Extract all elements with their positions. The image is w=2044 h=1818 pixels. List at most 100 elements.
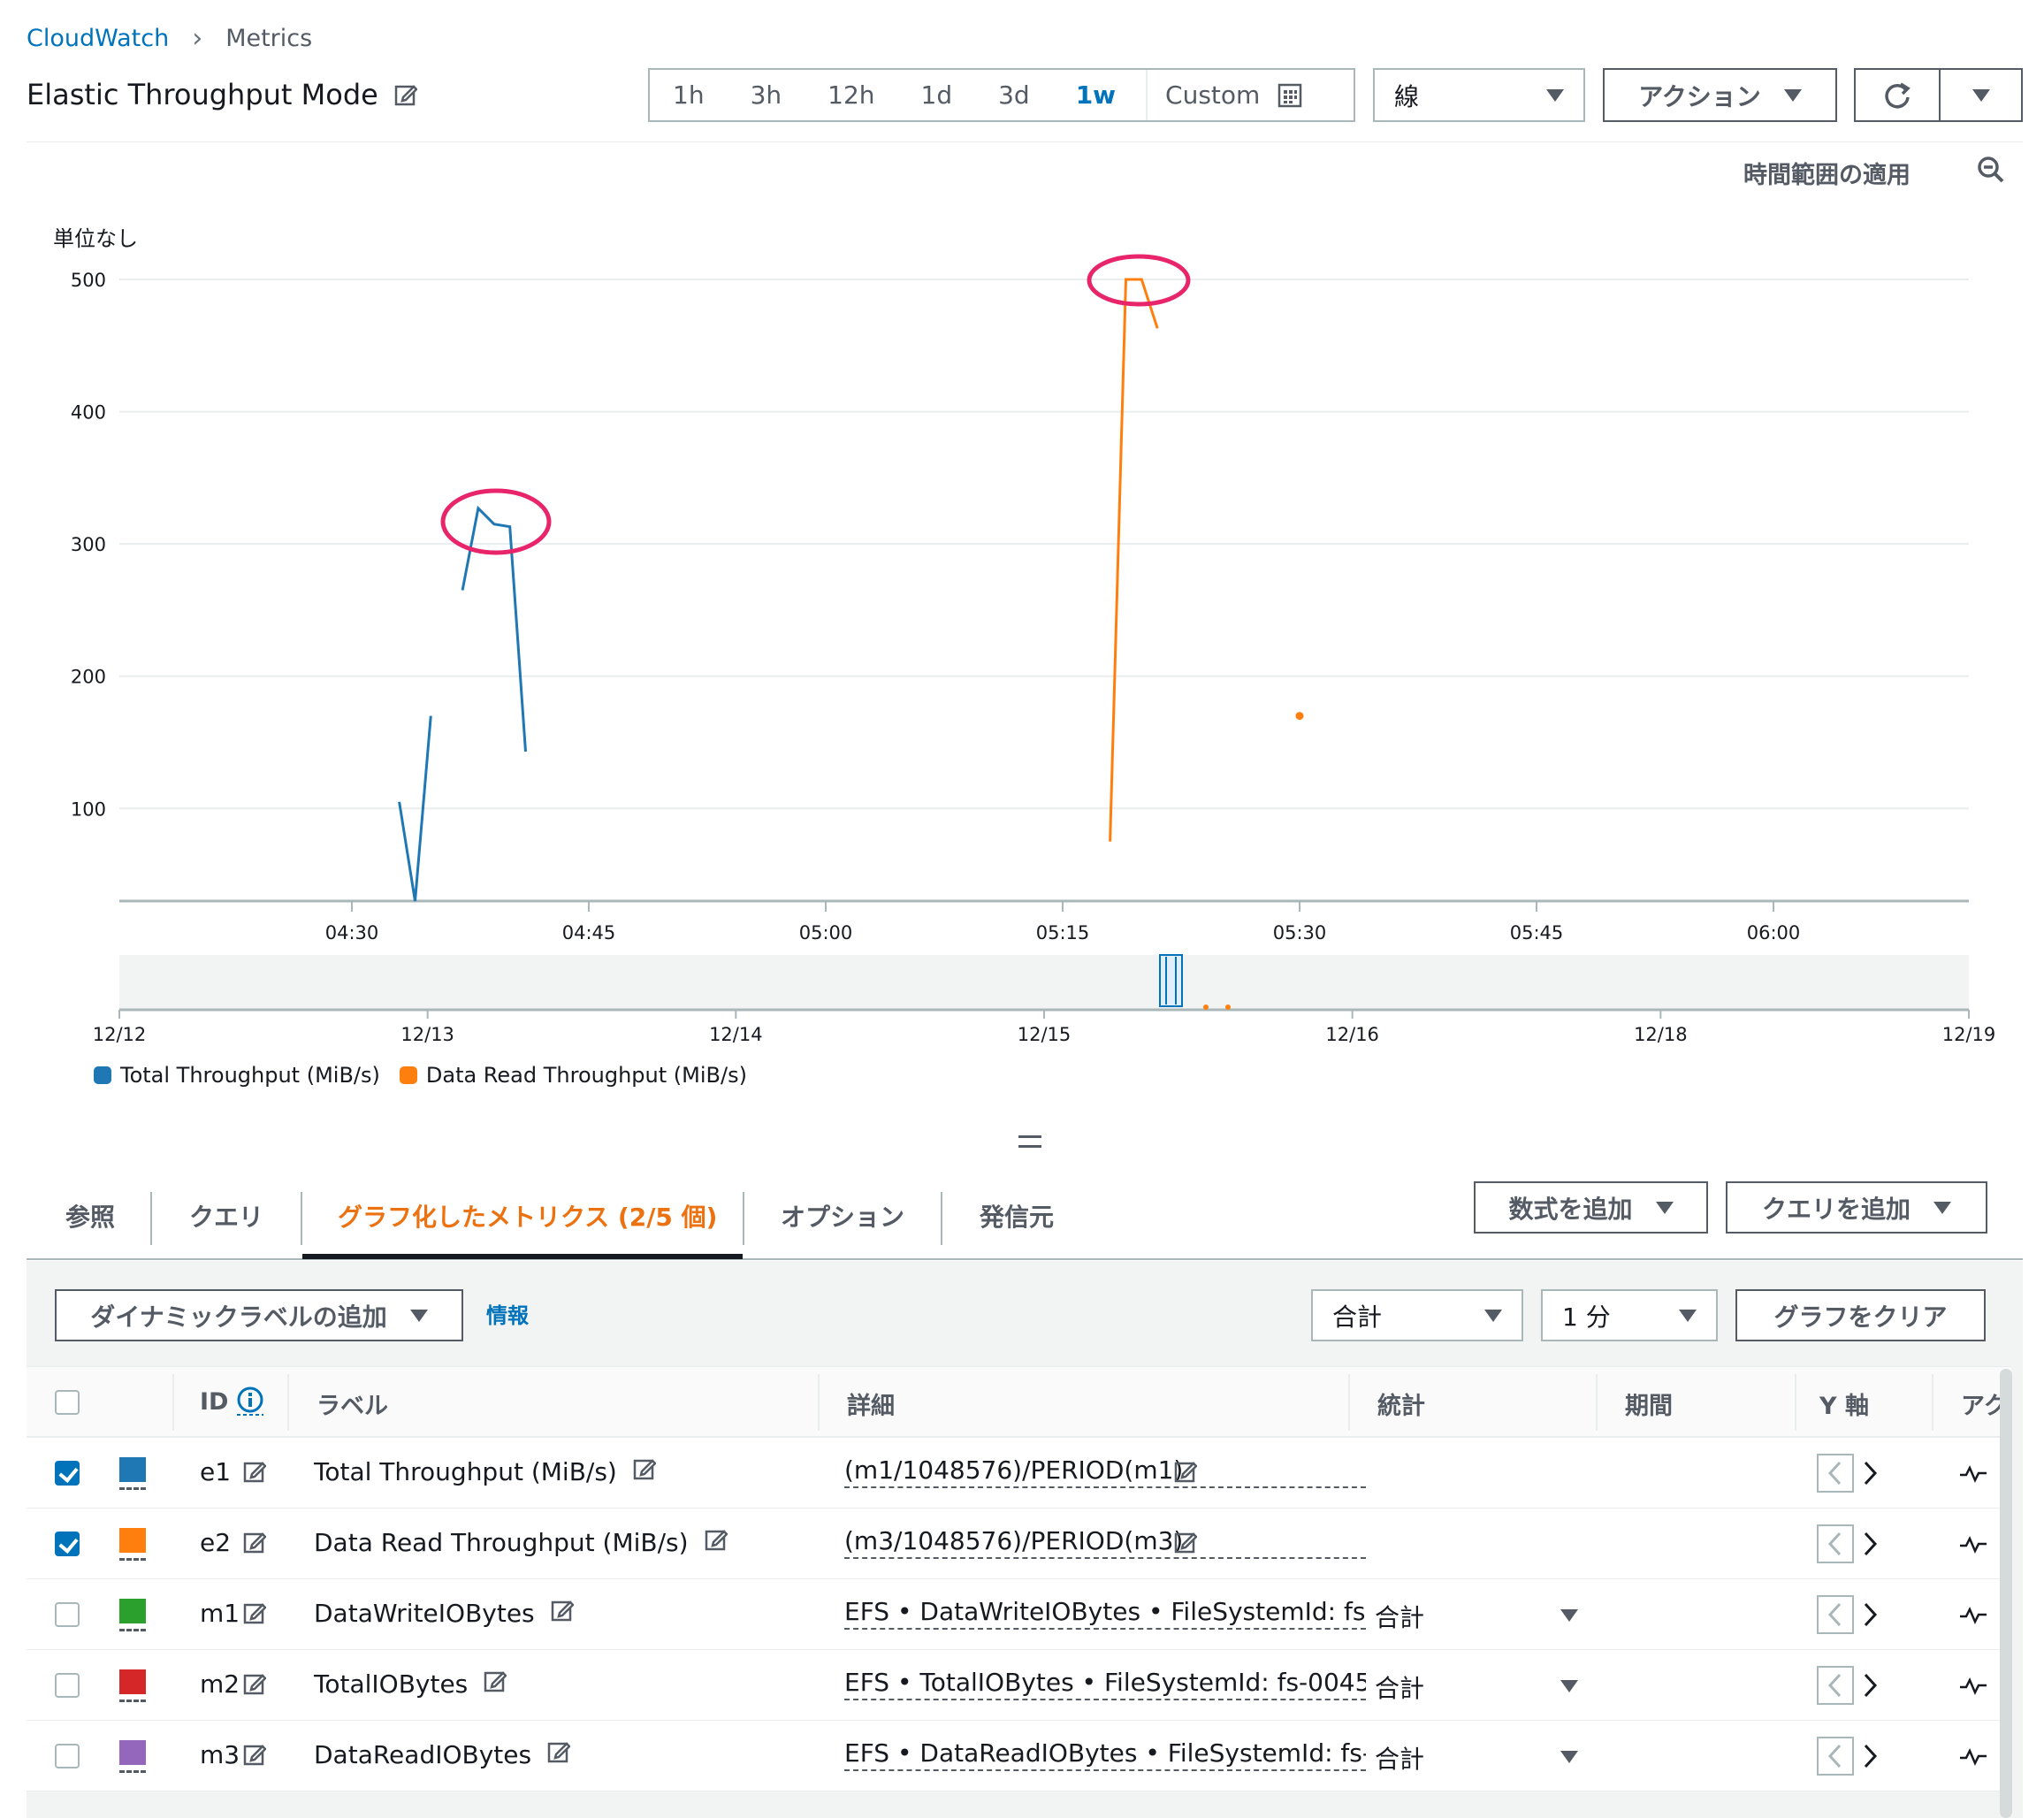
edit-icon[interactable] xyxy=(547,1740,571,1769)
add-math-button[interactable]: 数式を追加 xyxy=(1474,1181,1708,1234)
row-id: e1 xyxy=(200,1457,232,1486)
row-id: m1 xyxy=(200,1599,240,1628)
table-row: m2 TotalIOBytes EFS • TotalIOBytes • FileS… xyxy=(27,1650,2011,1721)
chevron-right-icon[interactable] xyxy=(1861,1531,1879,1557)
row-label-cell: DataWriteIOBytes xyxy=(314,1599,574,1628)
row-label: Total Throughput (MiB/s) xyxy=(314,1457,617,1486)
row-checkbox[interactable] xyxy=(55,1461,80,1486)
chevron-right-icon[interactable] xyxy=(1861,1460,1879,1486)
sparkline-icon[interactable] xyxy=(1958,1533,1988,1554)
row-statistic[interactable]: 合計 xyxy=(1375,1599,1424,1634)
tab-options[interactable]: オプション xyxy=(781,1185,904,1247)
edit-icon[interactable] xyxy=(705,1528,728,1557)
statistic-value: 合計 xyxy=(1332,1302,1383,1332)
table-row: m3 DataReadIOBytes EFS • DataReadIOBytes •… xyxy=(27,1721,2011,1791)
edit-icon[interactable] xyxy=(633,1457,656,1486)
y-axis-left-button[interactable] xyxy=(1817,1595,1854,1634)
chevron-right-icon[interactable] xyxy=(1861,1743,1879,1769)
sparkline-icon[interactable] xyxy=(1958,1675,1988,1696)
caret-down-icon[interactable] xyxy=(1560,1680,1578,1692)
active-tab-indicator xyxy=(302,1254,743,1259)
y-axis-left-button[interactable] xyxy=(1817,1666,1854,1705)
row-checkbox[interactable] xyxy=(55,1532,80,1556)
edit-icon[interactable] xyxy=(243,1672,267,1699)
add-query-button[interactable]: クエリを追加 xyxy=(1726,1181,1987,1234)
row-statistic[interactable]: 合計 xyxy=(1375,1740,1424,1776)
swatch-underline xyxy=(119,1558,146,1561)
series-color-swatch[interactable] xyxy=(119,1740,146,1765)
x-tick-label: 05:30 xyxy=(1273,922,1327,943)
row-detail[interactable]: EFS • DataWriteIOBytes • FileSystemId: f… xyxy=(844,1597,1366,1630)
sparkline-icon[interactable] xyxy=(1958,1745,1988,1767)
overview-tick-label: 12/16 xyxy=(1325,1024,1379,1045)
table-header: ID ラベル 詳細 統計 期間 Y 軸 アク xyxy=(27,1367,2011,1438)
edit-icon[interactable] xyxy=(243,1743,267,1769)
y-axis-switch xyxy=(1817,1524,1879,1563)
column-header-y-axis[interactable]: Y 軸 xyxy=(1819,1386,1869,1421)
chevron-left-icon xyxy=(1827,1673,1842,1698)
edit-icon[interactable] xyxy=(243,1601,267,1628)
row-checkbox[interactable] xyxy=(55,1744,80,1768)
series-color-swatch[interactable] xyxy=(119,1669,146,1694)
sparkline-icon[interactable] xyxy=(1958,1463,1988,1484)
period-select[interactable]: 1 分 xyxy=(1541,1289,1718,1341)
select-all-checkbox[interactable] xyxy=(55,1390,80,1415)
x-tick-label: 05:15 xyxy=(1036,922,1090,943)
column-header-period[interactable]: 期間 xyxy=(1625,1386,1673,1421)
legend-item-data-read-throughput[interactable]: Data Read Throughput (MiB/s) xyxy=(399,1063,747,1088)
caret-down-icon xyxy=(1933,1201,1951,1214)
column-header-statistic[interactable]: 統計 xyxy=(1377,1386,1425,1421)
tab-source[interactable]: 発信元 xyxy=(980,1185,1054,1247)
overview-tick-label: 12/13 xyxy=(400,1024,454,1045)
clear-graph-button[interactable]: グラフをクリア xyxy=(1735,1289,1986,1341)
resize-handle[interactable] xyxy=(1018,1135,1041,1148)
chevron-left-icon xyxy=(1827,1532,1842,1556)
series-color-swatch[interactable] xyxy=(119,1528,146,1553)
y-axis-left-button[interactable] xyxy=(1817,1454,1854,1493)
table-scrollbar[interactable] xyxy=(2000,1369,2012,1818)
series-line xyxy=(1109,278,1159,842)
info-icon[interactable] xyxy=(235,1386,265,1417)
edit-icon[interactable] xyxy=(243,1460,267,1486)
column-header-label[interactable]: ラベル xyxy=(317,1386,388,1421)
edit-icon[interactable] xyxy=(484,1669,507,1699)
clear-graph-label: グラフをクリア xyxy=(1773,1302,1948,1332)
edit-icon[interactable] xyxy=(1174,1460,1198,1486)
caret-down-icon[interactable] xyxy=(1560,1609,1578,1622)
series-color-swatch[interactable] xyxy=(119,1599,146,1623)
edit-icon[interactable] xyxy=(1174,1531,1198,1557)
edit-icon[interactable] xyxy=(243,1531,267,1557)
sparkline-icon[interactable] xyxy=(1958,1604,1988,1625)
column-header-id[interactable]: ID xyxy=(200,1386,265,1417)
row-checkbox[interactable] xyxy=(55,1602,80,1627)
chevron-right-icon[interactable] xyxy=(1861,1672,1879,1699)
row-detail[interactable]: EFS • TotalIOBytes • FileSystemId: fs-00… xyxy=(844,1668,1366,1700)
column-header-details[interactable]: 詳細 xyxy=(847,1386,895,1421)
x-tick-label: 05:00 xyxy=(799,922,853,943)
x-tick-label: 04:45 xyxy=(562,922,616,943)
swatch-underline xyxy=(119,1629,146,1631)
statistic-select[interactable]: 合計 xyxy=(1311,1289,1523,1341)
caret-down-icon[interactable] xyxy=(1560,1751,1578,1763)
row-checkbox[interactable] xyxy=(55,1673,80,1698)
series-color-swatch[interactable] xyxy=(119,1457,146,1482)
legend-item-total-throughput[interactable]: Total Throughput (MiB/s) xyxy=(94,1063,380,1088)
info-link[interactable]: 情報 xyxy=(486,1298,529,1329)
row-detail[interactable]: (m3/1048576)/PERIOD(m3) xyxy=(844,1526,1366,1559)
column-divider xyxy=(1932,1374,1933,1431)
y-axis-left-button[interactable] xyxy=(1817,1524,1854,1563)
period-value: 1 分 xyxy=(1562,1302,1611,1332)
row-statistic[interactable]: 合計 xyxy=(1375,1669,1424,1705)
caret-down-icon xyxy=(1484,1309,1502,1322)
tab-graphed-metrics[interactable]: グラフ化したメトリクス (2/5 個) xyxy=(338,1185,717,1247)
y-axis-left-button[interactable] xyxy=(1817,1737,1854,1776)
tab-divider xyxy=(301,1192,302,1245)
row-detail[interactable]: (m1/1048576)/PERIOD(m1) xyxy=(844,1455,1366,1488)
row-detail[interactable]: EFS • DataReadIOBytes • FileSystemId: fs… xyxy=(844,1738,1366,1771)
tab-browse[interactable]: 参照 xyxy=(65,1185,115,1247)
edit-icon[interactable] xyxy=(551,1599,574,1628)
tab-query[interactable]: クエリ xyxy=(189,1185,263,1247)
add-dynamic-label-button[interactable]: ダイナミックラベルの追加 xyxy=(55,1289,463,1341)
table-row: e1 Total Throughput (MiB/s) (m1/1048576)/P… xyxy=(27,1438,2011,1509)
chevron-right-icon[interactable] xyxy=(1861,1601,1879,1628)
